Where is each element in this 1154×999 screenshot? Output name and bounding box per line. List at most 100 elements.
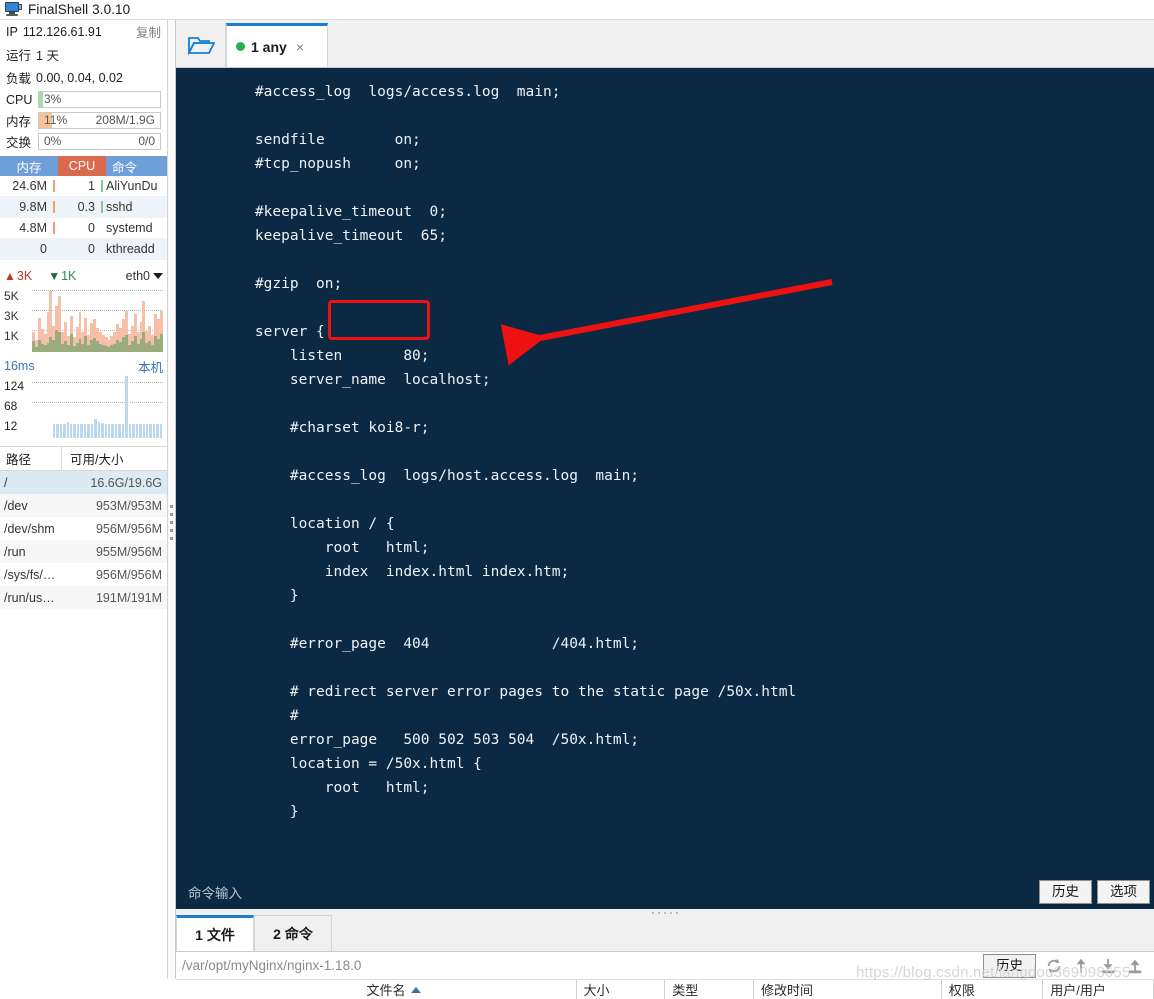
process-cmd: AliYunDu: [106, 179, 158, 193]
file-column-label: 文件名: [366, 983, 406, 998]
file-column-header[interactable]: 修改时间: [754, 980, 942, 999]
latency-panel: 16ms 本机 124 68 12: [0, 356, 167, 438]
disk-row[interactable]: /run 955M/956M: [0, 540, 167, 563]
session-tab-bar: 1 any ×: [176, 20, 1154, 68]
command-history-button[interactable]: 历史: [1039, 879, 1092, 904]
chevron-down-icon: [153, 273, 163, 279]
meter-bar: 3%: [38, 91, 161, 108]
terminal-line: keepalive_timeout 65;: [220, 228, 447, 244]
meter-label: CPU: [6, 92, 33, 107]
meter-label: 内存: [6, 115, 32, 129]
network-tick: 1K: [4, 329, 19, 343]
terminal-line: #gzip on;: [220, 276, 343, 292]
tab-commands[interactable]: 2 命令: [254, 915, 332, 951]
command-options-button[interactable]: 选项: [1097, 879, 1150, 904]
process-table: 内存 CPU 命令 24.6M 1 AliYunDu 9.8M 0.3 sshd 4.8M 0…: [0, 156, 167, 260]
process-col-cpu[interactable]: CPU: [58, 156, 106, 176]
process-cpu-bar: [98, 201, 106, 213]
disk-row[interactable]: / 16.6G/19.6G: [0, 471, 167, 494]
open-folder-button[interactable]: [176, 23, 226, 67]
meter-detail: 208M/1.9G: [95, 113, 155, 127]
sidebar-splitter[interactable]: [168, 20, 176, 979]
meter-row-CPU: CPU 3%: [0, 89, 167, 110]
disk-col-avail[interactable]: 可用/大小: [62, 449, 167, 468]
app-title: FinalShell 3.0.10: [28, 2, 131, 17]
server-info-sidebar: IP 112.126.61.91 复制 运行 1 天 负载 0.00, 0.04…: [0, 20, 168, 979]
file-list-header: 文件名 大小 类型 修改时间 权限 用户/用户: [176, 980, 1154, 999]
disk-row[interactable]: /dev/shm 956M/956M: [0, 517, 167, 540]
network-interface-label: eth0: [125, 269, 150, 283]
path-history-button[interactable]: 历史: [983, 953, 1036, 978]
process-row[interactable]: 9.8M 0.3 sshd: [0, 197, 167, 218]
copy-ip-button[interactable]: 复制: [136, 22, 161, 41]
command-input-bar[interactable]: 命令输入 历史 选项: [176, 873, 1154, 909]
meter-row-交换: 交换 0% 0/0: [0, 131, 167, 152]
process-cpu: 0: [88, 242, 95, 256]
file-column-header[interactable]: 大小: [577, 980, 666, 999]
terminal-line: #error_page 404 /404.html;: [220, 636, 640, 652]
file-column-label: 大小: [583, 983, 610, 998]
current-path-input[interactable]: /var/opt/myNginx/nginx-1.18.0: [182, 958, 361, 973]
session-tab-1[interactable]: 1 any ×: [226, 23, 328, 67]
disk-avail: 953M/953M: [95, 498, 162, 513]
latency-host-label[interactable]: 本机: [138, 357, 163, 376]
close-icon[interactable]: ×: [296, 39, 304, 55]
process-cmd: systemd: [106, 221, 153, 235]
disk-avail: 956M/956M: [95, 567, 162, 582]
meter-label: 交换: [6, 136, 32, 150]
load-value: 0.00, 0.04, 0.02: [36, 70, 123, 85]
file-column-header[interactable]: 文件名: [359, 980, 577, 999]
terminal-output[interactable]: #access_log logs/access.log main; sendfi…: [176, 68, 1154, 873]
tab-commands-label: 2 命令: [273, 925, 313, 942]
refresh-icon[interactable]: [1045, 957, 1063, 975]
uptime-label: 运行: [6, 49, 32, 63]
disk-row[interactable]: /run/us… 191M/191M: [0, 586, 167, 609]
file-column-header[interactable]: 权限: [942, 980, 1044, 999]
disk-row[interactable]: /dev 953M/953M: [0, 494, 167, 517]
file-column-label: 类型: [672, 983, 699, 998]
disk-path: /dev: [4, 498, 28, 513]
network-interface-selector[interactable]: eth0: [126, 269, 163, 283]
disk-col-path[interactable]: 路径: [0, 447, 62, 470]
disk-row[interactable]: /sys/fs/… 956M/956M: [0, 563, 167, 586]
download-icon[interactable]: [1099, 957, 1117, 975]
file-column-header[interactable]: 用户/用户: [1043, 980, 1154, 999]
process-cmd: kthreadd: [106, 242, 155, 256]
terminal-line: #access_log logs/host.access.log main;: [220, 468, 640, 484]
terminal-line: }: [220, 588, 299, 604]
process-mem: 24.6M: [12, 179, 47, 193]
upload-icon[interactable]: [1126, 957, 1144, 975]
disk-avail: 191M/191M: [95, 590, 162, 605]
meter-bar: 0% 0/0: [38, 133, 161, 150]
connection-status-dot: [236, 42, 245, 51]
terminal-line: # redirect server error pages to the sta…: [220, 684, 797, 700]
network-download-value: 1K: [61, 269, 77, 283]
file-column-header[interactable]: 类型: [665, 980, 754, 999]
disk-path: /dev/shm: [4, 521, 55, 536]
terminal-line: #tcp_nopush on;: [220, 156, 421, 172]
process-mem: 9.8M: [19, 200, 47, 214]
disk-avail: 16.6G/19.6G: [90, 475, 162, 490]
load-row: 负载 0.00, 0.04, 0.02: [0, 66, 167, 89]
process-mem: 0: [40, 242, 47, 256]
terminal-line: listen 80;: [220, 348, 430, 364]
open-folder-icon: [187, 37, 215, 56]
network-graph-plot: [32, 286, 163, 352]
process-cpu: 0: [88, 221, 95, 235]
process-col-mem[interactable]: 内存: [0, 156, 58, 176]
process-mem: 4.8M: [19, 221, 47, 235]
go-up-icon[interactable]: [1072, 957, 1090, 975]
process-row[interactable]: 24.6M 1 AliYunDu: [0, 176, 167, 197]
process-col-cmd[interactable]: 命令: [106, 156, 167, 176]
meter-row-内存: 内存 11% 208M/1.9G: [0, 110, 167, 131]
process-row[interactable]: 4.8M 0 systemd: [0, 218, 167, 239]
disk-avail: 955M/956M: [95, 544, 162, 559]
tab-files[interactable]: 1 文件: [176, 915, 254, 951]
meter-bar: 11% 208M/1.9G: [38, 112, 161, 129]
session-tab-label: 1 any: [251, 38, 287, 55]
process-row[interactable]: 0 0 kthreadd: [0, 239, 167, 260]
